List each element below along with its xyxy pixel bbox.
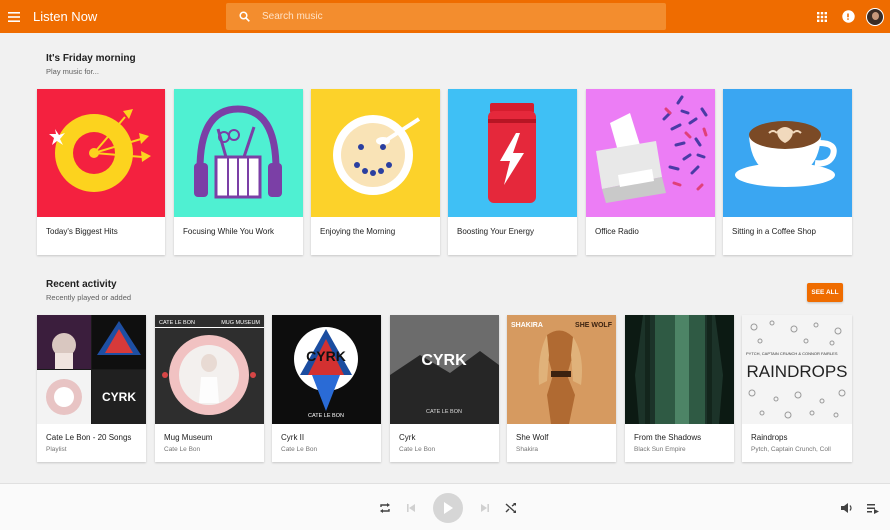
playlist-card-sitting-in-a-coffee-shop[interactable]: Sitting in a Coffee Shop (723, 89, 852, 255)
playlist-art (174, 89, 303, 217)
playlist-card-label: Boosting Your Energy (457, 227, 534, 236)
volume-icon (840, 503, 852, 513)
menu-button[interactable] (1, 0, 27, 33)
playlist-card-todays-biggest-hits[interactable]: Today's Biggest Hits (37, 89, 165, 255)
album-card-cyrk[interactable]: CYRK CATE LE BON Cyrk Cate Le Bon (390, 315, 499, 462)
album-card-raindrops[interactable]: PYTCH, CAPTAIN CRUNCH & CONNOR FAIRLES R… (742, 315, 852, 462)
album-subtitle: Shakira (516, 446, 539, 453)
album-art-text: SHE WOLF (575, 322, 613, 329)
album-card-mug-museum[interactable]: CATE LE BON MUG MUSEUM Mug Museum Cate L… (155, 315, 264, 462)
album-subtitle: Playlist (46, 446, 67, 453)
page-title: Listen Now (33, 9, 98, 24)
playlist-art (448, 89, 577, 217)
queue-icon (867, 503, 879, 514)
volume-button[interactable] (839, 501, 853, 515)
apps-button[interactable] (814, 9, 830, 25)
previous-icon (407, 504, 415, 512)
playlist-card-label: Sitting in a Coffee Shop (732, 227, 816, 236)
section-subtitle-recent: Recently played or added (46, 293, 132, 302)
menu-icon (8, 11, 20, 22)
avatar[interactable] (866, 7, 884, 26)
album-title: Cate Le Bon - 20 Songs (46, 433, 132, 442)
printer-icon (596, 95, 708, 203)
cereal-bowl-icon (333, 115, 421, 195)
section-subtitle-friday: Play music for... (46, 67, 99, 76)
album-subtitle: Cate Le Bon (399, 446, 436, 453)
album-title: Cyrk (399, 433, 416, 442)
play-icon (444, 502, 453, 514)
album-art-text: CATE LE BON (308, 413, 344, 419)
album-art-text: CATE LE BON (159, 320, 195, 326)
album-subtitle: Cate Le Bon (281, 446, 318, 453)
headphones-icon (194, 105, 282, 199)
play-button[interactable] (433, 493, 463, 523)
player-bar (0, 483, 890, 530)
next-icon (481, 504, 489, 512)
album-art: CYRK CATE LE BON (390, 315, 499, 424)
playlist-art (37, 89, 165, 217)
see-all-button[interactable]: SEE ALL (807, 283, 843, 302)
album-art (625, 315, 734, 424)
section-title-recent: Recent activity (46, 279, 117, 290)
album-art-text: CYRK (306, 348, 346, 364)
queue-button[interactable] (866, 501, 880, 515)
album-title: She Wolf (516, 433, 549, 442)
next-button[interactable] (478, 501, 492, 515)
section-title-friday: It's Friday morning (46, 53, 136, 64)
playlist-card-office-radio[interactable]: Office Radio (586, 89, 715, 255)
album-card-from-the-shadows[interactable]: From the Shadows Black Sun Empire (625, 315, 734, 462)
album-art: CYRK (37, 315, 146, 424)
search-icon (226, 11, 262, 22)
album-art: CATE LE BON MUG MUSEUM (155, 315, 264, 424)
album-title: Cyrk II (281, 433, 305, 442)
previous-button[interactable] (404, 501, 418, 515)
album-title: Raindrops (751, 433, 788, 442)
album-art-text: CYRK (421, 352, 467, 369)
album-card-cyrk-ii[interactable]: CYRK CATE LE BON Cyrk II Cate Le Bon (272, 315, 381, 462)
album-art: PYTCH, CAPTAIN CRUNCH & CONNOR FAIRLES R… (742, 315, 852, 424)
playlist-card-focusing-while-you-work[interactable]: Focusing While You Work (174, 89, 303, 255)
playlist-card-boosting-your-energy[interactable]: Boosting Your Energy (448, 89, 577, 255)
playlist-art (586, 89, 715, 217)
dartboard-icon (49, 109, 151, 192)
battery-icon (488, 103, 536, 203)
playlist-art (723, 89, 852, 217)
album-title: Mug Museum (164, 433, 213, 442)
repeat-icon (380, 503, 390, 513)
album-subtitle: Cate Le Bon (164, 446, 201, 453)
album-art-text: RAINDROPS (746, 362, 847, 381)
notifications-icon (841, 10, 855, 23)
playlist-card-label: Today's Biggest Hits (46, 227, 118, 236)
shuffle-button[interactable] (504, 501, 518, 515)
search-input[interactable] (262, 11, 642, 22)
coffee-cup-icon (735, 121, 837, 187)
album-art: SHAKIRA SHE WOLF (507, 315, 616, 424)
playlist-card-label: Focusing While You Work (183, 227, 275, 236)
album-art-text: MUG MUSEUM (221, 320, 260, 326)
album-card-she-wolf[interactable]: SHAKIRA SHE WOLF She Wolf Shakira (507, 315, 616, 462)
playlist-card-enjoying-the-morning[interactable]: Enjoying the Morning (311, 89, 440, 255)
album-art-text: CATE LE BON (426, 409, 462, 415)
album-art: CYRK CATE LE BON (272, 315, 381, 424)
album-art-text: SHAKIRA (511, 322, 543, 329)
notifications-button[interactable] (840, 9, 856, 25)
playlist-card-label: Enjoying the Morning (320, 227, 396, 236)
top-right-actions (814, 0, 884, 33)
svg-text:CYRK: CYRK (102, 390, 136, 404)
repeat-button[interactable] (378, 501, 392, 515)
playlist-card-label: Office Radio (595, 227, 639, 236)
album-art-text: PYTCH, CAPTAIN CRUNCH & CONNOR FAIRLES (746, 351, 838, 356)
album-card-cate-le-bon-20-songs[interactable]: CYRK Cate Le Bon - 20 Songs Playlist (37, 315, 146, 462)
shuffle-icon (505, 503, 516, 513)
search-bar[interactable] (226, 3, 666, 30)
album-subtitle: Black Sun Empire (634, 446, 686, 453)
apps-grid-icon (817, 11, 827, 22)
playlist-art (311, 89, 440, 217)
album-title: From the Shadows (634, 433, 702, 442)
top-app-bar: Listen Now (0, 0, 890, 33)
album-subtitle: Pytch, Captain Crunch, Coll (751, 446, 831, 453)
